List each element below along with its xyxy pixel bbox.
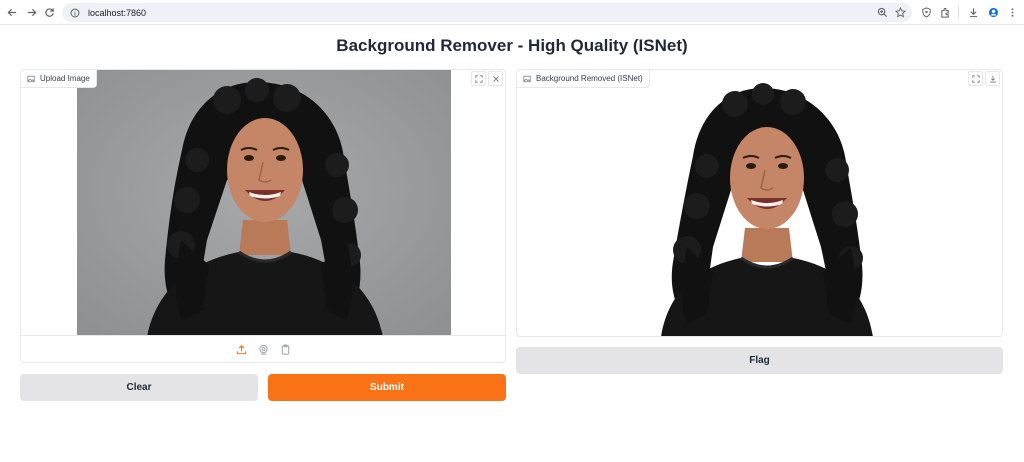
reload-icon[interactable] — [41, 4, 57, 20]
extensions-icon[interactable] — [937, 4, 953, 20]
browser-toolbar: localhost:7860 — [0, 0, 1024, 25]
download-icon[interactable] — [965, 4, 981, 20]
background-removed-panel: Background Removed (ISNet) — [516, 69, 1003, 337]
site-info-icon[interactable] — [70, 8, 80, 18]
address-bar[interactable]: localhost:7860 — [62, 3, 912, 22]
upload-image-label: Upload Image — [21, 70, 97, 88]
zoom-icon[interactable] — [876, 6, 888, 18]
uploaded-photo — [77, 70, 451, 337]
flag-button[interactable]: Flag — [516, 347, 1003, 374]
upload-icon[interactable] — [234, 342, 248, 356]
upload-image-label-text: Upload Image — [40, 74, 90, 83]
fullscreen-icon[interactable] — [471, 71, 486, 86]
background-removed-label: Background Removed (ISNet) — [517, 70, 650, 88]
download-icon[interactable] — [985, 71, 1000, 86]
webcam-icon[interactable] — [256, 342, 270, 356]
page-title: Background Remover - High Quality (ISNet… — [336, 36, 688, 55]
menu-icon[interactable] — [1004, 4, 1020, 20]
clear-button[interactable]: Clear — [20, 374, 258, 401]
toolbar-divider — [958, 6, 959, 18]
url-text: localhost:7860 — [88, 7, 147, 18]
back-icon[interactable] — [4, 4, 20, 20]
image-icon — [27, 75, 35, 83]
bookmark-star-icon[interactable] — [894, 6, 906, 18]
image-source-bar — [21, 335, 505, 362]
fullscreen-icon[interactable] — [968, 71, 983, 86]
shield-icon[interactable] — [918, 4, 934, 20]
image-icon — [523, 75, 531, 83]
upload-image-panel[interactable]: Upload Image — [20, 69, 506, 363]
clipboard-icon[interactable] — [278, 342, 292, 356]
profile-avatar-icon[interactable] — [985, 4, 1001, 20]
close-icon[interactable] — [488, 71, 503, 86]
submit-button[interactable]: Submit — [268, 374, 506, 401]
background-removed-photo — [647, 82, 887, 336]
background-removed-label-text: Background Removed (ISNet) — [536, 74, 643, 83]
forward-icon[interactable] — [23, 4, 39, 20]
